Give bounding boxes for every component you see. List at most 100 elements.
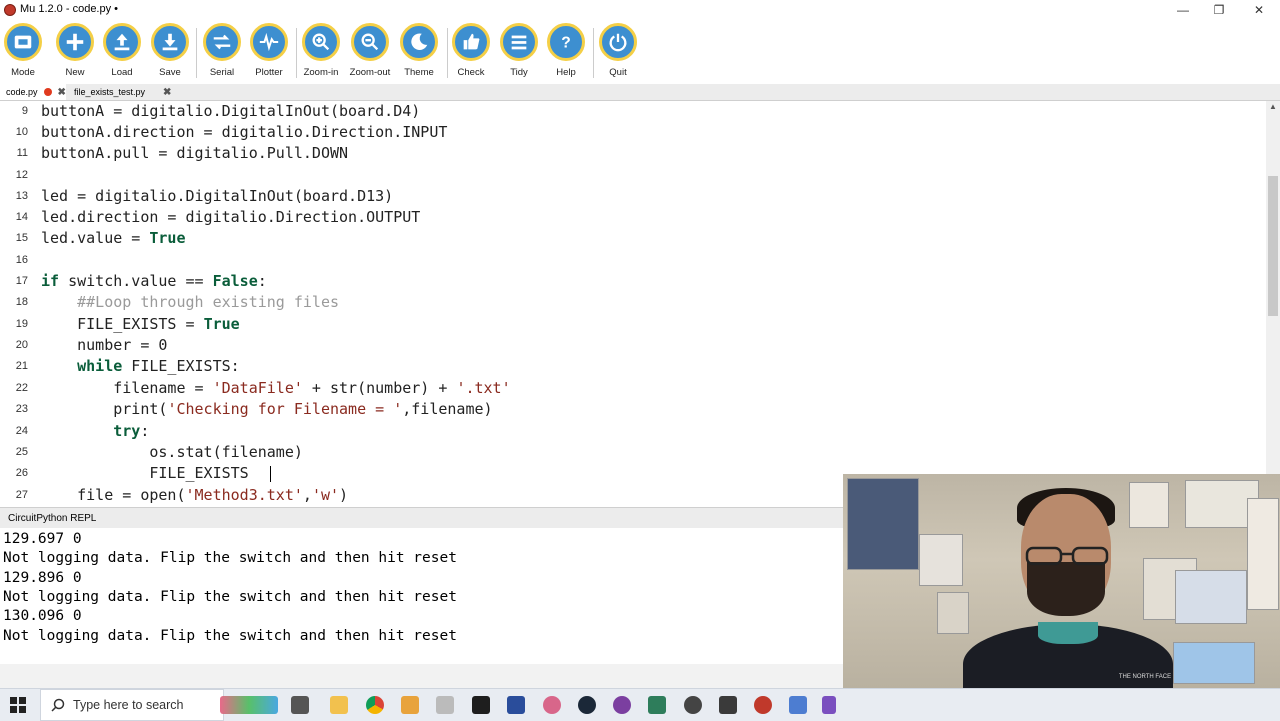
new-button[interactable]: New xyxy=(50,23,100,83)
search-highlight-icon[interactable] xyxy=(220,696,278,714)
close-tab-icon[interactable]: ✖ xyxy=(58,85,66,101)
code-line: 15 led.value = True xyxy=(0,228,1266,249)
app-icon[interactable] xyxy=(648,696,666,714)
code-text: FILE_EXISTS xyxy=(41,464,249,482)
repl-header: CircuitPython REPL xyxy=(0,507,843,529)
editor-scrollbar[interactable]: ▲ xyxy=(1266,101,1280,503)
line-number: 26 xyxy=(15,467,28,479)
help-label: Help xyxy=(556,67,576,78)
repl-line: 130.096 0 xyxy=(3,608,82,624)
repl-output[interactable]: 129.697 0 Not logging data. Flip the swi… xyxy=(0,528,843,664)
code-text: if switch.value == False: xyxy=(41,272,267,290)
code-text: ##Loop through existing files xyxy=(41,293,340,311)
save-button[interactable]: Save xyxy=(145,23,195,83)
minimize-button[interactable]: — xyxy=(1163,0,1203,20)
webcam-overlay: THE NORTH FACE xyxy=(843,474,1280,688)
code-line: 14 led.direction = digitalio.Direction.OU… xyxy=(0,207,1266,228)
code-text: buttonA = digitalio.DigitalInOut(board.D… xyxy=(41,102,421,120)
code-text: while FILE_EXISTS: xyxy=(77,357,240,375)
window-title: Mu 1.2.0 - code.py • xyxy=(20,3,119,15)
app-icon[interactable] xyxy=(613,696,631,714)
code-text: filename = 'DataFile' + str(number) + '.… xyxy=(41,379,511,397)
terminal-icon[interactable] xyxy=(472,696,490,714)
wall-poster xyxy=(937,592,969,634)
load-button[interactable]: Load xyxy=(97,23,147,83)
windows-start-icon[interactable] xyxy=(10,697,26,713)
person-collar xyxy=(1038,622,1098,644)
zoom-in-icon xyxy=(302,23,340,61)
app-icon[interactable] xyxy=(507,696,525,714)
app-icon[interactable] xyxy=(543,696,561,714)
app-icon[interactable] xyxy=(401,696,419,714)
repl-line: 129.697 0 xyxy=(3,531,82,547)
app-icon[interactable] xyxy=(719,696,737,714)
task-view-icon[interactable] xyxy=(291,696,309,714)
zoom-out-label: Zoom-out xyxy=(349,67,391,78)
tab-code-py[interactable]: code.py ✖ xyxy=(0,84,66,100)
app-icon[interactable] xyxy=(436,696,454,714)
taskbar-search[interactable]: Type here to search xyxy=(40,689,224,721)
line-number: 17 xyxy=(15,275,28,287)
line-number: 21 xyxy=(15,360,28,372)
code-text: buttonA.pull = digitalio.Pull.DOWN xyxy=(41,144,349,162)
code-text: try: xyxy=(113,422,150,440)
plotter-button[interactable]: Plotter xyxy=(244,23,294,83)
zoom-out-button[interactable]: Zoom-out xyxy=(345,23,395,83)
app-icon[interactable] xyxy=(789,696,807,714)
pulse-icon xyxy=(250,23,288,61)
wall-poster xyxy=(1173,642,1255,684)
code-line: 22 filename = 'DataFile' + str(number) +… xyxy=(0,378,1266,399)
tidy-button[interactable]: Tidy xyxy=(494,23,544,83)
serial-button[interactable]: Serial xyxy=(197,23,247,83)
title-bar: Mu 1.2.0 - code.py • — ❐ ✕ xyxy=(0,0,1280,20)
code-line: 25 os.stat(filename) xyxy=(0,442,1266,463)
new-label: New xyxy=(65,67,85,78)
search-placeholder: Type here to search xyxy=(73,698,184,712)
quit-button[interactable]: Quit xyxy=(593,23,643,83)
line-number: 10 xyxy=(15,126,28,138)
repl-line: Not logging data. Flip the switch and th… xyxy=(3,550,457,566)
close-tab-icon[interactable]: ✖ xyxy=(163,85,171,101)
tab-label: file_exists_test.py xyxy=(74,87,146,97)
line-number: 18 xyxy=(15,296,28,308)
app-icon[interactable] xyxy=(822,696,836,714)
tab-file-exists-test[interactable]: file_exists_test.py ✖ xyxy=(68,84,178,100)
repl-title: CircuitPython REPL xyxy=(8,513,97,524)
maximize-button[interactable]: ❐ xyxy=(1199,0,1239,20)
code-line: 16 xyxy=(0,250,1266,271)
scrollbar-thumb[interactable] xyxy=(1268,176,1278,316)
line-number: 13 xyxy=(15,190,28,202)
app-icon[interactable] xyxy=(754,696,772,714)
file-explorer-icon[interactable] xyxy=(330,696,348,714)
plotter-label: Plotter xyxy=(255,67,283,78)
help-button[interactable]: ? Help xyxy=(541,23,591,83)
app-icon[interactable] xyxy=(684,696,702,714)
taskbar: Type here to search xyxy=(0,688,1280,721)
code-line: 9 buttonA = digitalio.DigitalInOut(board.… xyxy=(0,101,1266,122)
code-text: file = open('Method3.txt','w') xyxy=(41,486,349,503)
line-number: 23 xyxy=(15,403,28,415)
scroll-up-icon[interactable]: ▲ xyxy=(1266,101,1280,113)
steam-icon[interactable] xyxy=(578,696,596,714)
file-tabs: code.py ✖ file_exists_test.py ✖ xyxy=(0,84,1280,101)
plus-icon xyxy=(56,23,94,61)
theme-button[interactable]: Theme xyxy=(394,23,444,83)
line-number: 11 xyxy=(16,147,28,159)
mode-button[interactable]: Mode xyxy=(0,23,48,83)
code-line: 10 buttonA.direction = digitalio.Directio… xyxy=(0,122,1266,143)
repl-line: Not logging data. Flip the switch and th… xyxy=(3,628,457,644)
load-label: Load xyxy=(111,67,133,78)
code-editor[interactable]: 9 buttonA = digitalio.DigitalInOut(board.… xyxy=(0,101,1266,503)
moon-icon xyxy=(400,23,438,61)
search-icon xyxy=(51,698,65,712)
repl-line: 129.896 0 xyxy=(3,570,82,586)
zoom-in-button[interactable]: Zoom-in xyxy=(296,23,346,83)
line-number: 19 xyxy=(15,318,28,330)
line-number: 24 xyxy=(15,425,28,437)
code-line: 24 try: xyxy=(0,421,1266,442)
chrome-icon[interactable] xyxy=(366,696,384,714)
power-icon xyxy=(599,23,637,61)
close-window-button[interactable]: ✕ xyxy=(1239,0,1279,20)
check-button[interactable]: Check xyxy=(446,23,496,83)
text-cursor xyxy=(270,466,271,482)
